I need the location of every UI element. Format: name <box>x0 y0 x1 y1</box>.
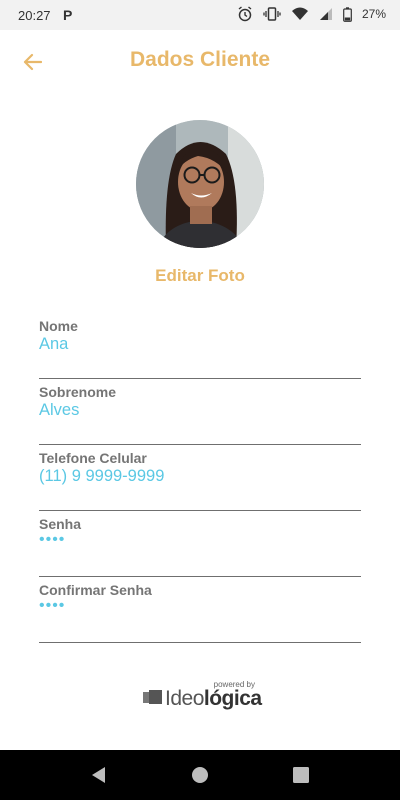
confirm-password-label: Confirmar Senha <box>39 582 152 598</box>
profile-photo <box>136 120 264 248</box>
surname-label: Sobrenome <box>39 384 117 400</box>
notification-app-icon: P <box>63 7 73 23</box>
logo-wordmark: Ideológica <box>165 687 262 711</box>
password-field[interactable]: Senha •••• <box>39 511 361 577</box>
name-field[interactable]: Nome Ana <box>39 313 361 379</box>
status-bar: 20:27 P 27% <box>0 0 400 30</box>
edit-photo-button[interactable]: Editar Foto <box>0 266 400 286</box>
name-value[interactable]: Ana <box>39 335 68 354</box>
confirm-password-value[interactable]: •••• <box>39 597 65 615</box>
back-triangle-icon[interactable] <box>89 765 109 785</box>
battery-percent: 27% <box>361 7 386 21</box>
recents-square-icon[interactable] <box>291 765 311 785</box>
ideologica-logo: powered by Ideológica <box>143 680 263 714</box>
android-nav-bar <box>0 750 400 800</box>
avatar[interactable] <box>136 120 264 248</box>
surname-field[interactable]: Sobrenome Alves <box>39 379 361 445</box>
phone-label: Telefone Celular <box>39 450 147 466</box>
signal-icon <box>319 8 332 20</box>
status-icons: 27% <box>237 6 386 22</box>
phone-value[interactable]: (11) 9 9999-9999 <box>39 467 164 486</box>
confirm-password-field[interactable]: Confirmar Senha •••• <box>39 577 361 643</box>
alarm-icon <box>238 6 252 22</box>
name-label: Nome <box>39 318 78 334</box>
logo-mark-icon <box>143 690 162 704</box>
password-value[interactable]: •••• <box>39 531 65 549</box>
surname-value[interactable]: Alves <box>39 401 79 420</box>
logo-suffix: lógica <box>203 687 262 710</box>
phone-field[interactable]: Telefone Celular (11) 9 9999-9999 <box>39 445 361 511</box>
home-circle-icon[interactable] <box>190 765 210 785</box>
app-header: Dados Cliente <box>0 30 400 92</box>
page-title: Dados Cliente <box>129 48 271 71</box>
password-label: Senha <box>39 516 82 532</box>
client-form: Nome Ana Sobrenome Alves Telefone Celula… <box>39 313 361 643</box>
vibrate-icon <box>263 7 281 21</box>
wifi-icon <box>291 7 308 20</box>
logo-prefix: Ideo <box>165 687 204 710</box>
status-time: 20:27 <box>18 8 51 23</box>
battery-icon <box>343 6 352 22</box>
